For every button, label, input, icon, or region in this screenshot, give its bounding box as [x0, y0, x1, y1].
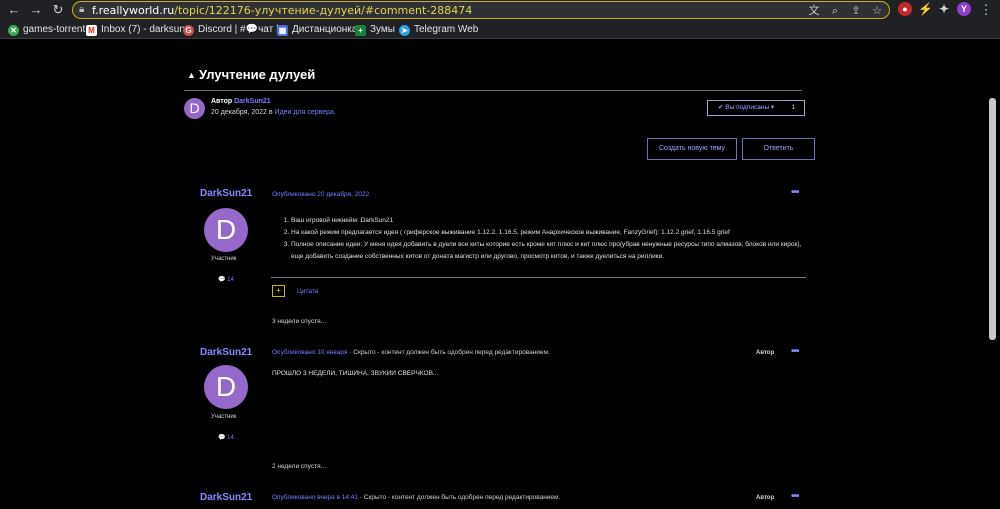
- list-item: Полное описание идеи: У меня идея добави…: [291, 239, 806, 263]
- bookmark-label: Inbox (7) - darksun...: [101, 24, 194, 35]
- multiquote-icon[interactable]: +: [272, 285, 285, 297]
- extension-red-icon[interactable]: ●: [898, 2, 912, 16]
- url-host: f.reallyworld.ru: [92, 4, 175, 17]
- sheets-icon: +: [355, 25, 366, 36]
- bookmark-games-torrent[interactable]: ✕ games-torrent: [8, 22, 85, 37]
- timeline-separator: 2 недели спустя...: [272, 463, 327, 470]
- page-scrollbar[interactable]: [986, 40, 1000, 509]
- topic-author-link[interactable]: DarkSun21: [234, 98, 271, 105]
- title-divider: [184, 90, 802, 91]
- gmail-icon: M: [86, 25, 97, 36]
- topic-lock-icon: ▲: [187, 70, 196, 80]
- post-content: Ваш игровой никнейм: DarkSun21 На какой …: [281, 215, 806, 263]
- list-item: На какой режим предлагается идея ( грифе…: [291, 227, 806, 239]
- telegram-icon: ➤: [399, 25, 410, 36]
- topic-in-word: в: [268, 109, 273, 116]
- bookmark-gmail[interactable]: M Inbox (7) - darksun...: [86, 22, 193, 37]
- post-divider: [271, 277, 806, 278]
- post-author-role: Участник: [211, 414, 237, 420]
- bookmark-zoom[interactable]: + Зумы: [355, 22, 395, 37]
- url-path: /topic/122176-улучтение-дулуей/#comment-…: [174, 4, 473, 17]
- bookmark-label: Дистанционка: [292, 24, 358, 35]
- bookmark-label: games-torrent: [23, 24, 86, 35]
- remote-learning-icon: ▦: [277, 25, 288, 36]
- extension-bolt-icon[interactable]: ⚡: [918, 2, 933, 16]
- post-date[interactable]: Опубликовано 20 декабря, 2022: [272, 191, 369, 198]
- address-bar[interactable]: 🔒︎ f.reallyworld.ru/topic/122176-улучтен…: [72, 1, 890, 19]
- post-options-icon[interactable]: •••: [791, 346, 799, 357]
- discord-icon: G: [183, 25, 194, 36]
- author-badge: Автор: [756, 495, 775, 501]
- post-published-link[interactable]: Опубликовано 10 января: [272, 349, 348, 356]
- url-text[interactable]: f.reallyworld.ru/topic/122176-улучтение-…: [92, 4, 472, 17]
- translate-icon[interactable]: 文: [807, 4, 821, 18]
- timeline-separator: 3 недели спустя...: [272, 318, 327, 325]
- post-count-link[interactable]: 💬 14: [218, 434, 234, 441]
- post-date: Опубликовано вчера в 14:41 · Скрыто - ко…: [272, 494, 560, 501]
- post-options-icon[interactable]: •••: [791, 491, 799, 502]
- topic-date: 20 декабря, 2022: [211, 109, 267, 116]
- quote-button[interactable]: Цитата: [297, 288, 318, 295]
- avatar[interactable]: D: [184, 98, 205, 119]
- hidden-note: · Скрыто - контент должен быть одобрен п…: [358, 494, 561, 501]
- reply-button[interactable]: Ответить: [742, 138, 815, 160]
- follow-button[interactable]: ✔ Вы подписаны ▾ 1: [707, 100, 805, 116]
- games-torrent-icon: ✕: [8, 25, 19, 36]
- post-count-link[interactable]: 💬 14: [218, 276, 234, 283]
- lock-icon: 🔒︎: [79, 4, 85, 15]
- scrollbar-thumb[interactable]: [989, 98, 996, 340]
- post-author-link[interactable]: DarkSun21: [200, 492, 252, 503]
- browser-toolbar: ← → ↻ 🔒︎ f.reallyworld.ru/topic/122176-у…: [0, 0, 1000, 20]
- avatar[interactable]: D: [204, 365, 248, 409]
- follow-count: 1: [791, 104, 795, 111]
- menu-kebab-icon[interactable]: ⋮: [978, 2, 994, 18]
- reload-icon[interactable]: ↻: [50, 2, 66, 18]
- forum-page: ▲ Улучтение дулуей D Автор DarkSun21 20 …: [0, 40, 986, 509]
- bookmark-label: Discord | #💬чат |...: [198, 24, 287, 35]
- bookmark-label: Telegram Web: [414, 24, 479, 35]
- post-options-icon[interactable]: •••: [791, 187, 799, 198]
- profile-avatar[interactable]: Y: [957, 2, 971, 16]
- author-badge: Автор: [756, 350, 775, 356]
- bookmark-label: Зумы: [370, 24, 395, 35]
- page-title: Улучтение дулуей: [199, 67, 316, 82]
- post-author-link[interactable]: DarkSun21: [200, 347, 252, 358]
- topic-date-line: 20 декабря, 2022 в Идеи для сервера.: [211, 109, 336, 116]
- post-published-link[interactable]: Опубликовано вчера в 14:41: [272, 494, 358, 501]
- new-topic-button[interactable]: Создать новую тему: [647, 138, 737, 160]
- extensions-puzzle-icon[interactable]: ✦: [937, 2, 951, 16]
- post-date: Опубликовано 10 января · Скрыто - контен…: [272, 349, 550, 356]
- back-arrow-icon[interactable]: ←: [6, 2, 22, 18]
- bookmark-remote-learning[interactable]: ▦ Дистанционка: [277, 22, 357, 37]
- post-published-link[interactable]: Опубликовано 20 декабря, 2022: [272, 191, 369, 198]
- author-prefix: Автор: [211, 98, 233, 105]
- post-content: ПРОШЛО 3 НЕДЕЛИ, ТИШИНА, ЗВУКИИ СВЕРЧКОВ…: [272, 370, 439, 377]
- bookmark-star-icon[interactable]: ☆: [870, 4, 884, 18]
- bookmark-telegram[interactable]: ➤ Telegram Web: [399, 22, 478, 37]
- post-author-role: Участник: [211, 256, 237, 262]
- post-author-link[interactable]: DarkSun21: [200, 188, 252, 199]
- hidden-note: · Скрыто - контент должен быть одобрен п…: [347, 349, 550, 356]
- bookmarks-bar: ✕ games-torrent M Inbox (7) - darksun... G…: [0, 20, 1000, 39]
- forward-arrow-icon[interactable]: →: [28, 2, 44, 18]
- list-item: Ваш игровой никнейм: DarkSun21: [291, 215, 806, 227]
- avatar[interactable]: D: [204, 208, 248, 252]
- topic-author-line: Автор DarkSun21: [211, 98, 271, 105]
- zoom-icon[interactable]: ⌕: [828, 4, 842, 18]
- share-icon[interactable]: ⇪: [849, 4, 863, 18]
- follow-label: ✔ Вы подписаны ▾: [718, 104, 775, 111]
- forum-link[interactable]: Идеи для сервера.: [275, 109, 336, 116]
- bookmark-discord[interactable]: G Discord | #💬чат |...: [183, 22, 287, 37]
